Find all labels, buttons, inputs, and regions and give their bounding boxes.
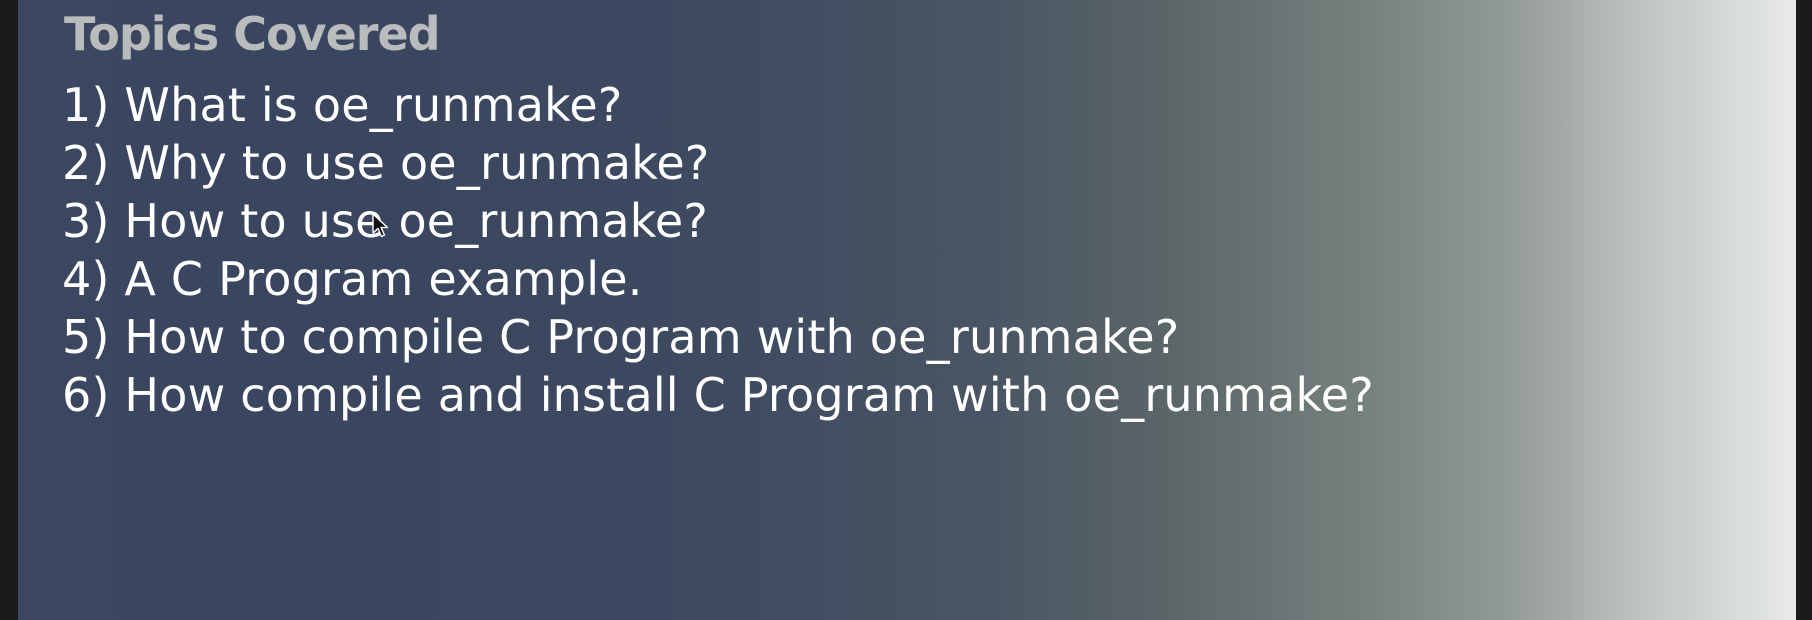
video-frame: Topics Covered 1) What is oe_runmake? 2)… (0, 0, 1812, 620)
topic-item-4: 4) A C Program example. (62, 252, 643, 306)
topic-item-2: 2) Why to use oe_runmake? (62, 136, 710, 190)
slide-title: Topics Covered (64, 7, 441, 61)
topic-item-5: 5) How to compile C Program with oe_runm… (62, 310, 1180, 364)
topic-item-6: 6) How compile and install C Program wit… (62, 368, 1374, 422)
topic-item-3: 3) How to use oe_runmake? (62, 194, 709, 248)
topics-list: 1) What is oe_runmake? 2) Why to use oe_… (62, 76, 1374, 424)
presentation-slide: Topics Covered 1) What is oe_runmake? 2)… (18, 0, 1796, 620)
mouse-pointer-icon (372, 213, 389, 238)
topic-item-1: 1) What is oe_runmake? (62, 78, 623, 132)
